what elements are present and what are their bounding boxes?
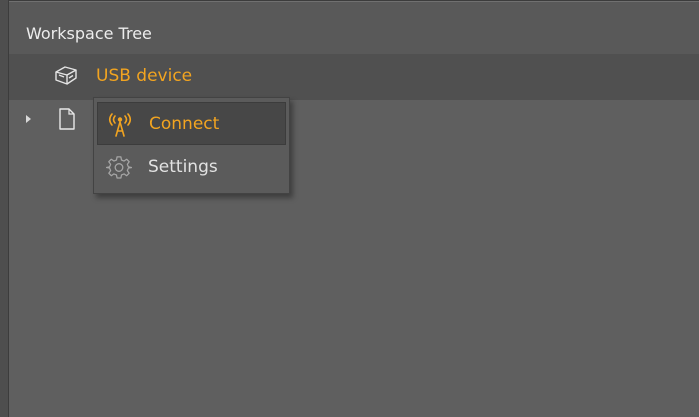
menu-item-label: Connect xyxy=(149,114,220,134)
usb-device-icon xyxy=(55,66,77,85)
menu-item-settings[interactable]: Settings xyxy=(97,146,286,189)
panel-title: Workspace Tree xyxy=(26,24,152,43)
panel-header: Workspace Tree xyxy=(9,1,699,54)
antenna-icon xyxy=(108,113,132,137)
menu-item-connect[interactable]: Connect xyxy=(97,102,286,145)
tree-item-label[interactable]: USB device xyxy=(96,64,192,88)
gear-icon xyxy=(106,156,132,179)
context-menu: Connect Settings xyxy=(93,97,290,194)
workspace-tree-panel: Workspace Tree xyxy=(8,0,699,417)
file-icon xyxy=(59,108,75,130)
menu-item-label: Settings xyxy=(148,157,218,177)
triangle-right-icon[interactable] xyxy=(26,115,31,123)
